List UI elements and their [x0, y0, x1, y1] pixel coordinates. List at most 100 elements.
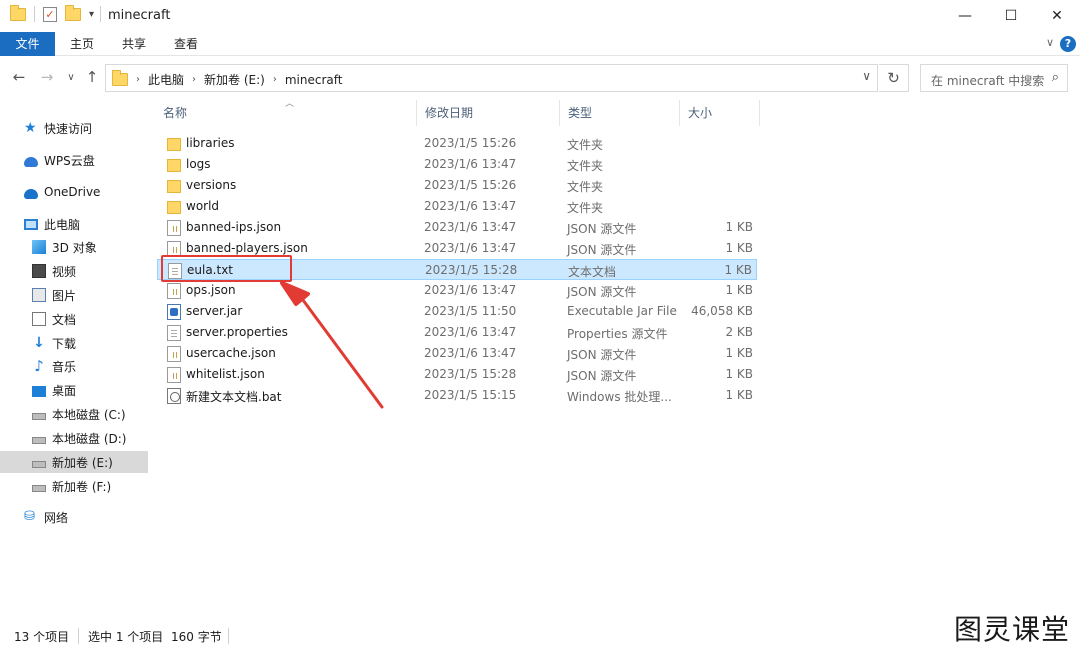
star-icon: ★ [24, 120, 37, 136]
status-bar: 13 个项目 选中 1 个项目 160 字节 [0, 624, 1080, 648]
refresh-icon: ↻ [887, 69, 900, 87]
file-type: 文件夹 [567, 138, 604, 152]
sidebar-item-quick-access[interactable]: ★ 快速访问 [0, 117, 148, 139]
video-icon [32, 264, 46, 278]
sidebar-item-drive-c[interactable]: 本地磁盘 (C:) [0, 403, 148, 425]
file-type: JSON 源文件 [567, 285, 637, 299]
table-row[interactable]: server.jar 2023/1/5 11:50 Executable Jar… [157, 301, 757, 322]
table-row[interactable]: logs 2023/1/6 13:47 文件夹 [157, 154, 757, 175]
table-row[interactable]: whitelist.json 2023/1/5 15:28 JSON 源文件 1… [157, 364, 757, 385]
item-count: 13 个项目 [14, 630, 70, 644]
up-arrow-icon[interactable]: ↑ [83, 68, 101, 86]
column-header-size[interactable]: 大小 [680, 100, 760, 126]
minimize-button[interactable]: — [942, 0, 988, 32]
properties-icon[interactable]: ✓ [43, 6, 57, 22]
sidebar-item-downloads[interactable]: ↓ 下载 [0, 332, 148, 354]
file-date: 2023/1/5 15:26 [424, 136, 517, 150]
breadcrumb-minecraft[interactable]: minecraft [285, 73, 343, 87]
column-header-name[interactable]: 名称 [155, 100, 417, 126]
file-date: 2023/1/6 13:47 [424, 199, 517, 213]
json-file-icon [167, 346, 181, 362]
sidebar-item-drive-d[interactable]: 本地磁盘 (D:) [0, 427, 148, 449]
sidebar-item-drive-f[interactable]: 新加卷 (F:) [0, 475, 148, 497]
folder-icon [10, 4, 26, 21]
recent-locations-icon[interactable]: ∨ [62, 72, 80, 83]
sidebar-item-wps-cloud[interactable]: WPS云盘 [0, 149, 148, 171]
close-button[interactable]: ✕ [1034, 0, 1080, 32]
batch-file-icon [167, 388, 181, 404]
sidebar-item-network[interactable]: ⛁ 网络 [0, 506, 148, 528]
column-header-date[interactable]: 修改日期 [417, 100, 560, 126]
chevron-right-icon[interactable]: › [192, 74, 196, 85]
file-type: Properties 源文件 [567, 327, 668, 341]
table-row[interactable]: usercache.json 2023/1/6 13:47 JSON 源文件 1… [157, 343, 757, 364]
file-size: 1 KB [724, 263, 752, 277]
file-date: 2023/1/6 13:47 [424, 325, 517, 339]
forward-arrow-icon[interactable]: → [38, 68, 56, 86]
file-date: 2023/1/5 15:28 [424, 367, 517, 381]
picture-icon [32, 288, 46, 302]
new-folder-icon[interactable] [65, 4, 81, 21]
file-name: usercache.json [186, 346, 276, 360]
chevron-down-icon[interactable]: ∨ [862, 69, 871, 83]
file-size: 46,058 KB [691, 304, 753, 318]
refresh-button[interactable]: ↻ [879, 64, 909, 92]
search-input[interactable]: 在 minecraft 中搜索 ⌕ [920, 64, 1068, 92]
collapse-ribbon-icon[interactable]: ∨ [1046, 36, 1054, 49]
tab-view[interactable]: 查看 [162, 32, 210, 56]
table-row[interactable]: world 2023/1/6 13:47 文件夹 [157, 196, 757, 217]
search-icon: ⌕ [1051, 70, 1059, 85]
folder-icon [167, 201, 181, 214]
divider [228, 628, 229, 644]
customize-dropdown-icon[interactable]: ▾ [89, 9, 94, 20]
sidebar-item-documents[interactable]: 文档 [0, 308, 148, 330]
breadcrumb-this-pc[interactable]: 此电脑 [148, 71, 184, 88]
address-bar[interactable]: › 此电脑 › 新加卷 (E:) › minecraft ∨ [105, 64, 878, 92]
search-placeholder: 在 minecraft 中搜索 [931, 74, 1045, 88]
selection-size: 160 字节 [171, 630, 222, 644]
table-row[interactable]: versions 2023/1/5 15:26 文件夹 [157, 175, 757, 196]
sidebar-item-desktop[interactable]: 桌面 [0, 379, 148, 401]
document-icon [32, 312, 46, 326]
drive-icon [32, 485, 46, 492]
breadcrumb-drive-e[interactable]: 新加卷 (E:) [204, 71, 265, 88]
file-name: libraries [186, 136, 235, 150]
table-row[interactable]: banned-ips.json 2023/1/6 13:47 JSON 源文件 … [157, 217, 757, 238]
tab-file[interactable]: 文件 [0, 32, 55, 56]
sidebar-item-label: 音乐 [52, 359, 77, 374]
file-name: ops.json [186, 283, 236, 297]
table-row[interactable]: ops.json 2023/1/6 13:47 JSON 源文件 1 KB [157, 280, 757, 301]
help-icon[interactable]: ? [1060, 36, 1076, 52]
tab-home[interactable]: 主页 [58, 32, 106, 56]
maximize-button[interactable]: ☐ [988, 0, 1034, 32]
drive-icon [32, 413, 46, 420]
chevron-right-icon[interactable]: › [136, 74, 140, 85]
sidebar-item-label: WPS云盘 [44, 153, 95, 168]
sidebar-item-onedrive[interactable]: OneDrive [0, 181, 148, 203]
sidebar-item-videos[interactable]: 视频 [0, 260, 148, 282]
highlight-box [161, 255, 292, 282]
table-row[interactable]: server.properties 2023/1/6 13:47 Propert… [157, 322, 757, 343]
table-row[interactable]: 新建文本文档.bat 2023/1/5 15:15 Windows 批处理...… [157, 385, 757, 406]
sidebar-item-music[interactable]: ♪ 音乐 [0, 355, 148, 377]
sidebar-item-label: 图片 [52, 288, 77, 303]
file-date: 2023/1/5 11:50 [424, 304, 517, 318]
folder-icon [167, 159, 181, 172]
back-arrow-icon[interactable]: ← [10, 68, 28, 86]
sidebar-item-this-pc[interactable]: 此电脑 [0, 213, 148, 235]
sidebar-item-3d-objects[interactable]: 3D 对象 [0, 236, 148, 258]
sidebar-item-label: 下载 [52, 336, 77, 351]
sidebar-item-drive-e[interactable]: 新加卷 (E:) [0, 451, 148, 473]
cloud-icon [24, 156, 38, 167]
file-type: 文件夹 [567, 201, 604, 215]
file-name: 新建文本文档.bat [186, 390, 282, 404]
table-row[interactable]: libraries 2023/1/5 15:26 文件夹 [157, 133, 757, 154]
breadcrumb: › 此电脑 › 新加卷 (E:) › minecraft [136, 71, 342, 88]
file-type: JSON 源文件 [567, 222, 637, 236]
navigation-pane: ★ 快速访问 WPS云盘 OneDrive 此电脑 3D 对象 视频 图片 文档… [0, 100, 148, 620]
file-size: 1 KB [725, 283, 753, 297]
chevron-right-icon[interactable]: › [273, 74, 277, 85]
column-header-type[interactable]: 类型 [560, 100, 680, 126]
tab-share[interactable]: 共享 [110, 32, 158, 56]
sidebar-item-pictures[interactable]: 图片 [0, 284, 148, 306]
